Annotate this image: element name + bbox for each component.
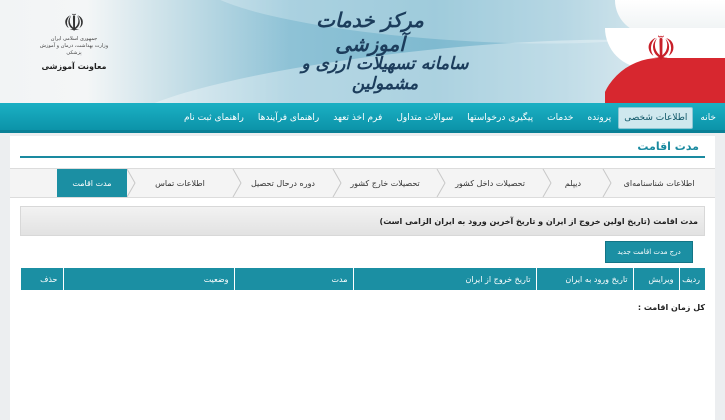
content-frame: مدت اقامت اطلاعات شناسنامه‌ای دیپلم تحصی… bbox=[10, 136, 715, 420]
column-header-status: وضعیت bbox=[62, 268, 234, 290]
nav-item-file[interactable]: پرونده bbox=[580, 103, 618, 133]
tab-residence-duration[interactable]: مدت اقامت bbox=[57, 169, 127, 197]
site-subtitle: سامانه تسهیلات ارزی و مشمولین bbox=[301, 54, 469, 94]
column-header-edit: ویرایش bbox=[632, 268, 679, 290]
tab-separator bbox=[232, 169, 242, 197]
logo-line-2: وزارت بهداشت، درمان و آموزش پزشکی bbox=[39, 43, 109, 56]
tab-label: دوره درحال تحصیل bbox=[251, 178, 315, 188]
column-header-delete: حذف bbox=[19, 268, 63, 290]
logo-line-1: جمهوری اسلامی ایران bbox=[50, 36, 98, 42]
nav-item-process-guide[interactable]: راهنمای فرآیندها bbox=[251, 103, 326, 133]
page-title: مدت اقامت bbox=[637, 140, 699, 153]
tab-label: اطلاعات تماس bbox=[155, 178, 205, 188]
nav-item-track-requests[interactable]: پیگیری درخواستها bbox=[460, 103, 540, 133]
tab-label: اطلاعات شناسنامه‌ای bbox=[623, 178, 695, 188]
nav-item-home[interactable]: خانه bbox=[693, 103, 723, 133]
tab-separator bbox=[602, 169, 612, 197]
tab-contact-info[interactable]: اطلاعات تماس bbox=[126, 169, 233, 197]
tab-label: دیپلم bbox=[564, 178, 582, 188]
iran-flag-icon: ☫ bbox=[605, 0, 725, 103]
column-header-entry-date: تاریخ ورود به ایران bbox=[535, 268, 633, 290]
panel-heading: مدت اقامت (تاریخ اولین خروج از ایران و ت… bbox=[20, 206, 705, 236]
tab-separator bbox=[542, 169, 552, 197]
profile-tabs: اطلاعات شناسنامه‌ای دیپلم تحصیلات داخل ک… bbox=[10, 168, 715, 198]
tab-label: تحصیلات داخل کشور bbox=[455, 178, 525, 188]
total-residence-label: کل زمان اقامت : bbox=[637, 303, 705, 312]
add-residence-button[interactable]: درج مدت اقامت جدید bbox=[605, 241, 693, 263]
logo-line-3: معاونت آموزشی bbox=[41, 62, 107, 71]
nav-item-services[interactable]: خدمات bbox=[540, 103, 580, 133]
tab-separator bbox=[332, 169, 342, 197]
tab-diploma[interactable]: دیپلم bbox=[542, 169, 603, 197]
iran-emblem-icon: ☫ bbox=[63, 9, 85, 37]
residence-panel: مدت اقامت (تاریخ اولین خروج از ایران و ت… bbox=[19, 206, 705, 316]
title-divider bbox=[20, 156, 705, 158]
nav-item-commitment-form[interactable]: فرم اخذ تعهد bbox=[326, 103, 389, 133]
residence-table: ردیف ویرایش تاریخ ورود به ایران تاریخ خر… bbox=[19, 268, 705, 290]
tab-separator bbox=[126, 169, 136, 197]
tab-identity-info[interactable]: اطلاعات شناسنامه‌ای bbox=[602, 169, 715, 197]
tab-foreign-education[interactable]: تحصیلات خارج کشور bbox=[332, 169, 437, 197]
table-header-row: ردیف ویرایش تاریخ ورود به ایران تاریخ خر… bbox=[19, 268, 705, 290]
column-header-exit-date: تاریخ خروج از ایران bbox=[352, 268, 536, 290]
main-nav: خانه اطلاعات شخصی پرونده خدمات پیگیری در… bbox=[0, 103, 725, 133]
tab-label: مدت اقامت bbox=[72, 178, 112, 188]
panel-toolbar: درج مدت اقامت جدید bbox=[20, 236, 705, 268]
header-banner: ☫ جمهوری اسلامی ایران وزارت بهداشت، درما… bbox=[0, 0, 725, 103]
column-header-row-number: ردیف bbox=[678, 268, 705, 290]
tab-domestic-education[interactable]: تحصیلات داخل کشور bbox=[436, 169, 543, 197]
tab-current-study[interactable]: دوره درحال تحصیل bbox=[232, 169, 333, 197]
ministry-logo: ☫ جمهوری اسلامی ایران وزارت بهداشت، درما… bbox=[34, 10, 114, 90]
column-header-duration: مدت bbox=[233, 268, 353, 290]
tab-label: تحصیلات خارج کشور bbox=[350, 178, 420, 188]
tab-separator bbox=[436, 169, 446, 197]
nav-item-faq[interactable]: سوالات متداول bbox=[389, 103, 460, 133]
site-title: مرکز خدمات آموزشی bbox=[316, 8, 424, 56]
nav-item-registration-guide[interactable]: راهنمای ثبت نام bbox=[177, 103, 251, 133]
nav-item-personal-info[interactable]: اطلاعات شخصی bbox=[618, 107, 694, 129]
